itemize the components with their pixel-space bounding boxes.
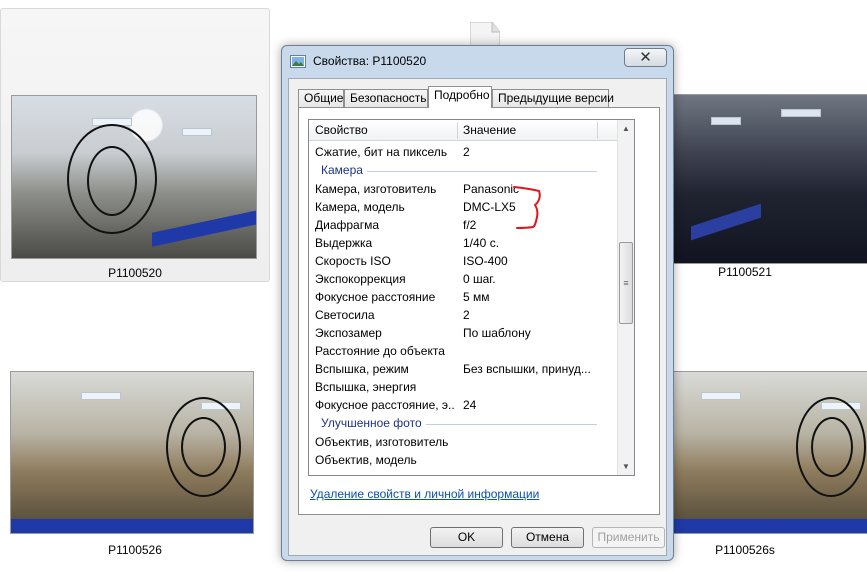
title-bar[interactable]: Свойства: P1100520 ✕ <box>282 46 673 74</box>
scroll-up-icon[interactable]: ▲ <box>618 120 634 137</box>
property-row[interactable]: Фокусное расстояние, э... 24 <box>309 396 619 414</box>
thumbnail-caption[interactable]: P1100526 <box>0 543 270 557</box>
property-value[interactable]: 2 <box>463 306 613 324</box>
thumbnail-tile-p1100520[interactable]: P1100520 <box>0 8 270 282</box>
photo-thumbnail[interactable] <box>670 371 867 534</box>
property-group-header: Камера <box>309 161 619 181</box>
group-label: Улучшенное фото <box>321 416 426 430</box>
property-name: Экспокоррекция <box>315 272 406 286</box>
folded-page-corner <box>470 22 500 46</box>
apply-button[interactable]: Применить <box>592 527 665 548</box>
property-row[interactable]: Расстояние до объекта <box>309 342 619 360</box>
close-button[interactable]: ✕ <box>624 48 667 67</box>
property-value[interactable]: По шаблону <box>463 324 613 342</box>
thumbnail-caption[interactable]: P1100526s <box>665 543 825 557</box>
thumbnail-tile-p1100521[interactable]: P1100521 <box>660 8 867 282</box>
property-name: Выдержка <box>315 236 373 250</box>
column-header-property[interactable]: Свойство <box>309 120 457 141</box>
property-name: Объектив, модель <box>315 453 417 467</box>
property-name: Экспозамер <box>315 326 382 340</box>
red-bracket-annotation <box>513 186 541 229</box>
property-name: Камера, изготовитель <box>315 182 437 196</box>
property-value[interactable]: Без вспышки, принуд... <box>463 360 613 378</box>
thumbnail-caption[interactable]: P1100521 <box>665 265 825 279</box>
group-label: Камера <box>321 163 367 177</box>
property-name: Расстояние до объекта <box>315 344 445 358</box>
property-name: Светосила <box>315 308 375 322</box>
property-value[interactable]: 0 шаг. <box>463 270 613 288</box>
property-name: Диафрагма <box>315 218 380 232</box>
thumbnail-tile-p1100526s[interactable]: P1100526s <box>660 363 867 563</box>
column-header-value[interactable]: Значение <box>457 120 597 141</box>
tab-previous-versions[interactable]: Предыдущие версии <box>492 89 614 108</box>
property-name: Фокусное расстояние, э... <box>315 398 455 412</box>
remove-properties-link[interactable]: Удаление свойств и личной информации <box>310 487 539 501</box>
property-row[interactable]: Камера, изготовитель Panasonic <box>309 180 619 198</box>
ok-button[interactable]: OK <box>430 527 503 548</box>
property-row[interactable]: Вспышка, режим Без вспышки, принуд... <box>309 360 619 378</box>
photo-thumbnail[interactable] <box>11 95 257 259</box>
photo-thumbnail[interactable] <box>10 371 254 534</box>
property-row[interactable]: Фокусное расстояние 5 мм <box>309 288 619 306</box>
thumbnail-caption[interactable]: P1100520 <box>1 266 269 280</box>
property-row[interactable]: Скорость ISO ISO-400 <box>309 252 619 270</box>
property-row[interactable]: Объектив, модель <box>309 451 619 469</box>
property-value[interactable]: 5 мм <box>463 288 613 306</box>
property-row[interactable]: Экспокоррекция 0 шаг. <box>309 270 619 288</box>
tab-security[interactable]: Безопасность <box>344 89 428 108</box>
cancel-button[interactable]: Отмена <box>511 527 584 548</box>
dialog-title: Свойства: P1100520 <box>313 54 427 68</box>
properties-dialog: Свойства: P1100520 ✕ Общие Безопасность … <box>281 45 674 561</box>
property-name: Вспышка, энергия <box>315 380 417 394</box>
property-row[interactable]: Диафрагма f/2 <box>309 216 619 234</box>
property-group-header: Улучшенное фото <box>309 414 619 434</box>
scroll-down-icon[interactable]: ▼ <box>618 458 634 475</box>
property-value[interactable]: 1/40 с. <box>463 234 613 252</box>
tab-general[interactable]: Общие <box>298 89 344 108</box>
property-row[interactable]: Экспозамер По шаблону <box>309 324 619 342</box>
property-name: Фокусное расстояние <box>315 290 436 304</box>
image-file-icon <box>290 55 306 68</box>
list-header: Свойство Значение <box>309 120 619 141</box>
properties-list[interactable]: Свойство Значение Сжатие, бит на пиксель… <box>308 119 635 476</box>
property-name: Скорость ISO <box>315 254 391 268</box>
property-name: Сжатие, бит на пиксель <box>315 145 448 159</box>
scrollbar-thumb[interactable]: ≡ <box>619 242 633 324</box>
property-row[interactable]: Камера, модель DMC-LX5 <box>309 198 619 216</box>
property-name: Камера, модель <box>315 200 405 214</box>
property-row[interactable]: Выдержка 1/40 с. <box>309 234 619 252</box>
property-row[interactable]: Светосила 2 <box>309 306 619 324</box>
property-row[interactable]: Вспышка, энергия <box>309 378 619 396</box>
tab-details[interactable]: Подробно <box>428 86 492 108</box>
property-value[interactable]: 24 <box>463 396 613 414</box>
property-row[interactable]: Сжатие, бит на пиксель 2 <box>309 143 619 161</box>
thumbnail-tile-p1100526[interactable]: P1100526 <box>0 363 270 563</box>
property-name: Объектив, изготовитель <box>315 435 449 449</box>
property-value[interactable]: ISO-400 <box>463 252 613 270</box>
property-row[interactable]: Объектив, изготовитель <box>309 433 619 451</box>
property-value[interactable]: 2 <box>463 143 613 161</box>
photo-thumbnail[interactable] <box>670 94 867 264</box>
vertical-scrollbar[interactable]: ▲ ≡ ▼ <box>617 120 634 475</box>
dialog-client-area: Общие Безопасность Подробно Предыдущие в… <box>288 78 667 556</box>
property-name: Вспышка, режим <box>315 362 409 376</box>
